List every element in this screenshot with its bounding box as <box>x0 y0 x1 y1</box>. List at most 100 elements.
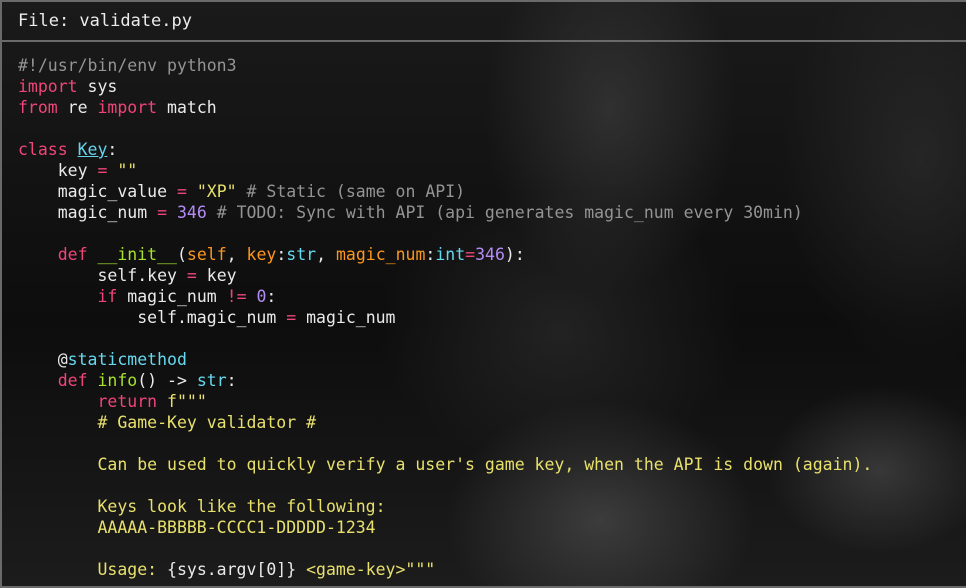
code-token-kw: = <box>465 245 476 264</box>
code-token-plain: : <box>276 245 287 264</box>
code-token-kw: = <box>286 308 297 327</box>
code-line: AAAAA-BBBBB-CCCC1-DDDDD-1234 <box>18 517 872 538</box>
code-token-cls: Key <box>77 140 108 159</box>
code-token-plain: self.magic_num <box>18 308 287 327</box>
code-token-plain: {sys.argv[0]} <box>167 560 297 579</box>
code-line: magic_value = "XP" # Static (same on API… <box>18 181 872 202</box>
code-token-plain: : <box>226 371 237 390</box>
code-token-kw: def <box>57 245 88 264</box>
code-token-plain: () -> <box>137 371 197 390</box>
code-token-plain: re <box>57 98 98 117</box>
code-line: if magic_num != 0: <box>18 286 872 307</box>
code-token-plain: @ <box>18 350 68 369</box>
code-token-plain: : <box>425 245 436 264</box>
code-line: def __init__(self, key:str, magic_num:in… <box>18 244 872 265</box>
code-line: key = "" <box>18 160 872 181</box>
code-token-num: 346 <box>176 203 207 222</box>
code-token-plain: : <box>266 287 277 306</box>
code-line: self.key = key <box>18 265 872 286</box>
code-token-plain: ): <box>504 245 525 264</box>
code-token-kw: != <box>226 287 247 306</box>
code-token-cmt: # Static (same on API) <box>236 182 466 201</box>
code-token-str: "XP" <box>196 182 237 201</box>
title-bar: File: validate.py <box>2 2 966 42</box>
code-line: Keys look like the following: <box>18 496 872 517</box>
code-token-plain: , <box>226 245 247 264</box>
code-token-param: self <box>186 245 227 264</box>
code-line: #!/usr/bin/env python3 <box>18 55 872 76</box>
code-token-plain: key <box>196 266 237 285</box>
code-token-num: 346 <box>475 245 505 264</box>
code-token-cmt: #!/usr/bin/env python3 <box>18 56 237 75</box>
code-token-plain: magic_value <box>18 182 177 201</box>
code-token-kw: return <box>97 392 158 411</box>
code-token-plain: match <box>157 98 217 117</box>
code-token-num: 0 <box>256 287 267 306</box>
code-editor[interactable]: #!/usr/bin/env python3 import sys from re … <box>18 55 872 580</box>
code-token-kw: import <box>97 98 158 117</box>
code-token-kw: class <box>18 140 68 159</box>
code-token-plain: ( <box>176 245 187 264</box>
code-token-fn: __init__ <box>97 245 177 264</box>
code-token-kw: import <box>18 77 78 96</box>
code-token-plain: , <box>316 245 336 264</box>
code-token-plain: magic_num <box>296 308 396 327</box>
code-token-kw: def <box>57 371 88 390</box>
code-token-param: magic_num <box>335 245 426 264</box>
code-line: return f""" <box>18 391 872 412</box>
code-line: import sys <box>18 76 872 97</box>
code-token-plain: key <box>18 161 98 180</box>
code-token-str: "" <box>117 161 138 180</box>
code-token-builtin: str <box>196 371 227 390</box>
code-line: @staticmethod <box>18 349 872 370</box>
code-token-kw: = <box>176 182 187 201</box>
code-line: magic_num = 346 # TODO: Sync with API (a… <box>18 202 872 223</box>
code-token-builtin: int <box>435 245 466 264</box>
code-token-kw: = <box>186 266 197 285</box>
code-token-cmt: # TODO: Sync with API (api generates mag… <box>206 203 803 222</box>
code-line: Can be used to quickly verify a user's g… <box>18 454 872 475</box>
code-token-str: Can be used to quickly verify a user's g… <box>18 455 873 474</box>
code-token-kw: = <box>97 161 108 180</box>
code-line: from re import match <box>18 97 872 118</box>
code-token-kw: if <box>97 287 118 306</box>
code-token-plain: self.key <box>18 266 187 285</box>
code-token-str: Keys look like the following: <box>18 497 386 516</box>
code-token-builtin: str <box>286 245 317 264</box>
code-token-param: key <box>246 245 277 264</box>
code-line: # Game-Key validator # <box>18 412 872 433</box>
code-token-str: <game-key>""" <box>296 560 436 579</box>
code-token-str: Usage: <box>18 560 168 579</box>
code-token-str: AAAAA-BBBBB-CCCC1-DDDDD-1234 <box>18 518 376 537</box>
code-token-plain: : <box>107 140 118 159</box>
code-token-kw: from <box>18 98 58 117</box>
code-token-kw: = <box>157 203 168 222</box>
code-token-plain: sys <box>77 77 118 96</box>
code-line: Usage: {sys.argv[0]} <game-key>""" <box>18 559 872 580</box>
code-token-fn: info <box>97 371 138 390</box>
file-title: File: validate.py <box>18 11 192 31</box>
code-line: class Key: <box>18 139 872 160</box>
code-token-deco: staticmethod <box>67 350 187 369</box>
code-token-str: # Game-Key validator # <box>18 413 317 432</box>
code-token-plain: magic_num <box>18 203 158 222</box>
code-token-plain: magic_num <box>117 287 227 306</box>
code-token-str: f""" <box>167 392 207 411</box>
